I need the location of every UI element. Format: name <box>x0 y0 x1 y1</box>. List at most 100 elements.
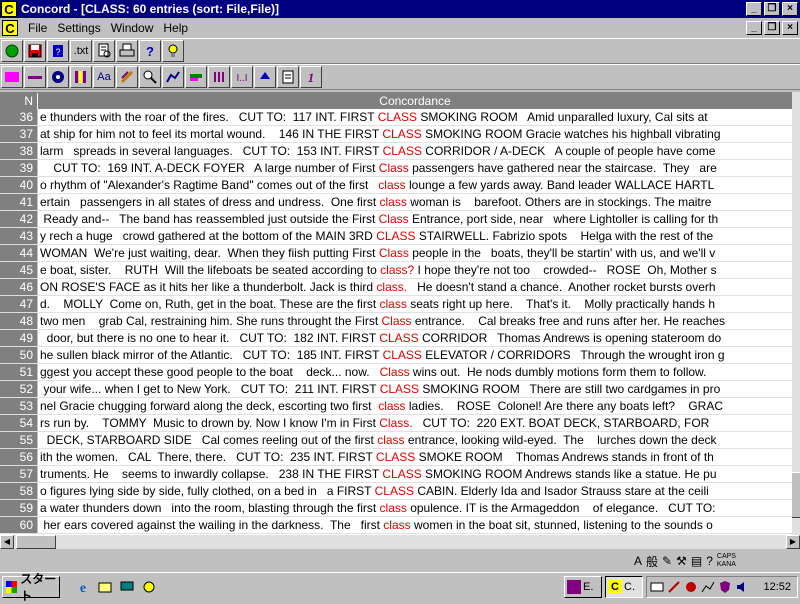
graph-icon[interactable] <box>701 580 715 594</box>
column-header-concordance[interactable]: Concordance <box>38 93 792 109</box>
keyword: class? <box>380 263 415 277</box>
taskbar-button-e[interactable]: E. <box>564 576 602 598</box>
table-row[interactable]: 52 your wife... when I get to New York. … <box>0 381 792 398</box>
print-preview-icon[interactable] <box>93 40 115 62</box>
ime-tool-icon[interactable]: ⚒ <box>676 554 687 568</box>
table-row[interactable]: 47 d. MOLLY Come on, Ruth, get in the boa… <box>0 296 792 313</box>
app-icon[interactable]: C <box>1 1 17 17</box>
outlook-icon[interactable] <box>96 578 114 596</box>
column-header-n[interactable]: N <box>0 93 38 109</box>
dotted-icon[interactable]: I..I <box>231 66 253 88</box>
pen-icon[interactable] <box>667 580 681 594</box>
vertical-scrollbar[interactable] <box>792 92 800 535</box>
help-book-icon[interactable]: ? <box>47 40 69 62</box>
table-row[interactable]: 55 DECK, STARBOARD SIDE Cal comes reelin… <box>0 432 792 449</box>
purple-line-icon[interactable] <box>24 66 46 88</box>
desktop-icon[interactable] <box>118 578 136 596</box>
network-icon[interactable] <box>650 580 664 594</box>
table-row[interactable]: 37 at ship for him not to feel its mortal… <box>0 126 792 143</box>
row-number: 39 <box>0 160 38 176</box>
table-row[interactable]: 49 door, but there is no one to hear it.… <box>0 330 792 347</box>
table-row[interactable]: 43 y rech a huge crowd gathered at the bo… <box>0 228 792 245</box>
concordance-grid[interactable]: N Concordance 36 e thunders with the roar… <box>0 92 792 536</box>
menu-settings[interactable]: Settings <box>57 21 100 35</box>
menu-window[interactable]: Window <box>111 21 154 35</box>
menu-help[interactable]: Help <box>163 21 188 35</box>
ime-dict-icon[interactable]: ▤ <box>691 554 702 568</box>
ie-icon[interactable]: e <box>74 578 92 596</box>
menu-file[interactable]: File <box>28 21 47 35</box>
magenta-block-icon[interactable] <box>1 66 23 88</box>
row-number: 49 <box>0 330 38 346</box>
table-row[interactable]: 48 two men grab Cal, restraining him. She… <box>0 313 792 330</box>
table-row[interactable]: 59 a water thunders down into the room, b… <box>0 500 792 517</box>
wand-icon[interactable] <box>116 66 138 88</box>
table-row[interactable]: 44 WOMAN We're just waiting, dear. When t… <box>0 245 792 262</box>
table-row[interactable]: 38 larm spreads in several languages. CUT… <box>0 143 792 160</box>
doc-restore-button[interactable]: ❐ <box>764 21 780 35</box>
table-row[interactable]: 50 he sullen black mirror of the Atlantic… <box>0 347 792 364</box>
font-icon[interactable]: Aa <box>93 66 115 88</box>
volume-icon[interactable] <box>735 580 749 594</box>
row-number: 57 <box>0 466 38 482</box>
scroll-left-arrow[interactable]: ◀ <box>0 535 14 549</box>
lightbulb-icon[interactable] <box>162 40 184 62</box>
columns-icon[interactable] <box>70 66 92 88</box>
table-row[interactable]: 36 e thunders with the roar of the fires.… <box>0 109 792 126</box>
ime-kanji[interactable]: 般 <box>646 553 658 570</box>
table-row[interactable]: 45 e boat, sister. RUTH Will the lifeboat… <box>0 262 792 279</box>
clock[interactable]: 12:52 <box>763 581 791 593</box>
question-icon[interactable]: ? <box>139 40 161 62</box>
table-row[interactable]: 40 o rhythm of "Alexander's Ragtime Band"… <box>0 177 792 194</box>
shield-icon[interactable] <box>718 580 732 594</box>
table-row[interactable]: 39 CUT TO: 169 INT. A-DECK FOYER A large… <box>0 160 792 177</box>
ime-help-icon[interactable]: ? <box>706 554 713 568</box>
table-row[interactable]: 46 ON ROSE'S FACE as it hits her like a t… <box>0 279 792 296</box>
horizontal-scroll-thumb[interactable] <box>16 535 56 549</box>
up-arrow-icon[interactable] <box>254 66 276 88</box>
channels-icon[interactable] <box>140 578 158 596</box>
ime-lang[interactable]: A <box>634 554 642 568</box>
clipboard-icon[interactable] <box>277 66 299 88</box>
vertical-scroll-thumb[interactable] <box>792 472 800 518</box>
scroll-right-arrow[interactable]: ▶ <box>786 535 800 549</box>
print-icon[interactable] <box>116 40 138 62</box>
bars-icon[interactable] <box>208 66 230 88</box>
table-row[interactable]: 51 ggest you accept these good people to … <box>0 364 792 381</box>
keyword: CLASS <box>382 467 422 481</box>
wheel-icon[interactable] <box>47 66 69 88</box>
left-context: nel Gracie chugging forward along the de… <box>40 399 379 413</box>
row-number: 55 <box>0 432 38 448</box>
title-bar[interactable]: C Concord - [CLASS: 60 entries (sort: Fi… <box>0 0 800 18</box>
table-row[interactable]: 57 truments. He seems to inwardly collaps… <box>0 466 792 483</box>
txt-export-icon[interactable]: .txt <box>70 40 92 62</box>
horizontal-scrollbar[interactable]: ◀ ▶ <box>0 535 800 549</box>
chart-icon[interactable] <box>162 66 184 88</box>
quote-icon[interactable]: 1 <box>300 66 322 88</box>
minimize-button[interactable]: _ <box>746 2 762 16</box>
row-number: 52 <box>0 381 38 397</box>
document-icon[interactable]: C <box>2 20 18 36</box>
table-row[interactable]: 58 o figures lying side by side, fully cl… <box>0 483 792 500</box>
table-row[interactable]: 54 rs run by. TOMMY Music to drown by. No… <box>0 415 792 432</box>
green-circle-icon[interactable] <box>1 40 23 62</box>
doc-minimize-button[interactable]: _ <box>746 21 762 35</box>
left-context: rs run by. TOMMY Music to drown by. Now … <box>40 416 380 430</box>
zoom-icon[interactable] <box>139 66 161 88</box>
close-button[interactable]: × <box>782 2 798 16</box>
keyword: Class <box>378 212 409 226</box>
table-row[interactable]: 41 ertain passengers in all states of dre… <box>0 194 792 211</box>
table-row[interactable]: 56 ith the women. CAL There, there. CUT T… <box>0 449 792 466</box>
ime-pad-icon[interactable]: ✎ <box>662 554 672 568</box>
table-row[interactable]: 60 her ears covered against the wailing … <box>0 517 792 534</box>
table-row[interactable]: 53 nel Gracie chugging forward along the … <box>0 398 792 415</box>
left-context: two men grab Cal, restraining him. She r… <box>40 314 382 328</box>
antivirus-icon[interactable] <box>684 580 698 594</box>
start-button[interactable]: スタート <box>2 572 60 603</box>
taskbar-button-concord[interactable]: C C. <box>605 576 643 598</box>
restore-button[interactable]: ❐ <box>764 2 780 16</box>
paint-icon[interactable] <box>185 66 207 88</box>
save-disk-icon[interactable] <box>24 40 46 62</box>
table-row[interactable]: 42 Ready and-- The band has reassembled … <box>0 211 792 228</box>
doc-close-button[interactable]: × <box>782 21 798 35</box>
